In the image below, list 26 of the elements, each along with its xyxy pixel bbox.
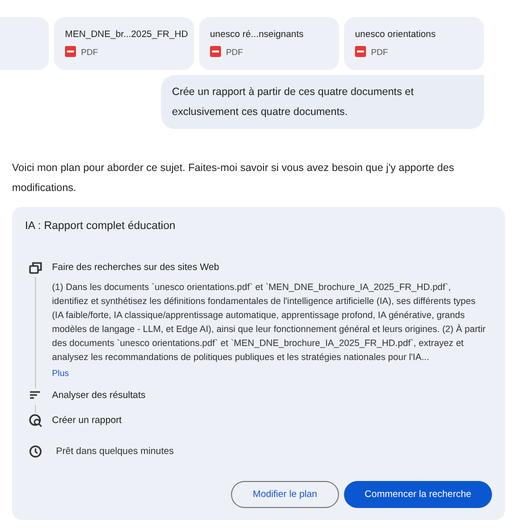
file-name: unesco orientations [355, 28, 436, 41]
pdf-file-icon [355, 46, 366, 57]
pdf-file-icon [210, 46, 221, 57]
attachment-card[interactable]: unesco orientations PDF [344, 17, 484, 70]
windows-icon [29, 261, 42, 274]
file-type: PDF [81, 46, 98, 56]
more-link[interactable]: Plus [52, 368, 492, 378]
attachment-card[interactable]: unesco ré...nseignants PDF [199, 17, 339, 70]
file-name: MEN_DNE_br...2025_FR_HD [65, 28, 188, 41]
attachment-card[interactable]: MEN_DNE_br...2025_FR_HD PDF [54, 17, 194, 70]
file-type: PDF [226, 46, 243, 56]
lines-icon [29, 389, 42, 402]
time-estimate: Prêt dans quelques minutes [56, 446, 174, 457]
file-type: PDF [371, 46, 388, 56]
start-research-button[interactable]: Commencer la recherche [344, 481, 492, 508]
step-title: Analyser des résultats [52, 389, 146, 403]
step-description: (1) Dans les documents `unesco orientations.pdf` et `MEN_DNE_brochure_IA_2025_FR_HD.pdf`, identifiez et synthétisez les définitions fondamentales de l'intelligence artificielle (IA), ses différents types (IA faible/forte, IA classique/apprentissage automatique, apprentissage profond, IA générative, grands modèles de langage - LLM, et Edge AI), ainsi que leur fonctionnement général et leurs origines. (2) À partir des documents `unesco orientations.pdf` et `MEN_DNE_brochure_IA_2025_FR_HD.pdf`, extrayez et analysez les recommandations de politiques publiques et les stratégies nationales pour l'IA... [52, 281, 487, 364]
edit-plan-button[interactable]: Modifier le plan [231, 481, 339, 508]
clock-icon [29, 445, 42, 458]
pdf-file-icon [65, 46, 76, 57]
step-title: Faire des recherches sur des sites Web [52, 261, 220, 275]
user-message: Crée un rapport à partir de ces quatre documents et exclusivement ces quatre documents. [161, 75, 484, 129]
plan-title: IA : Rapport complet éducation [25, 220, 176, 232]
response-text: Voici mon plan pour aborder ce sujet. Faites-moi savoir si vous avez besoin que j'y apporte des modifications. [12, 161, 456, 196]
file-name: unesco ré...nseignants [210, 28, 304, 41]
step-title: Créer un rapport [52, 414, 123, 428]
